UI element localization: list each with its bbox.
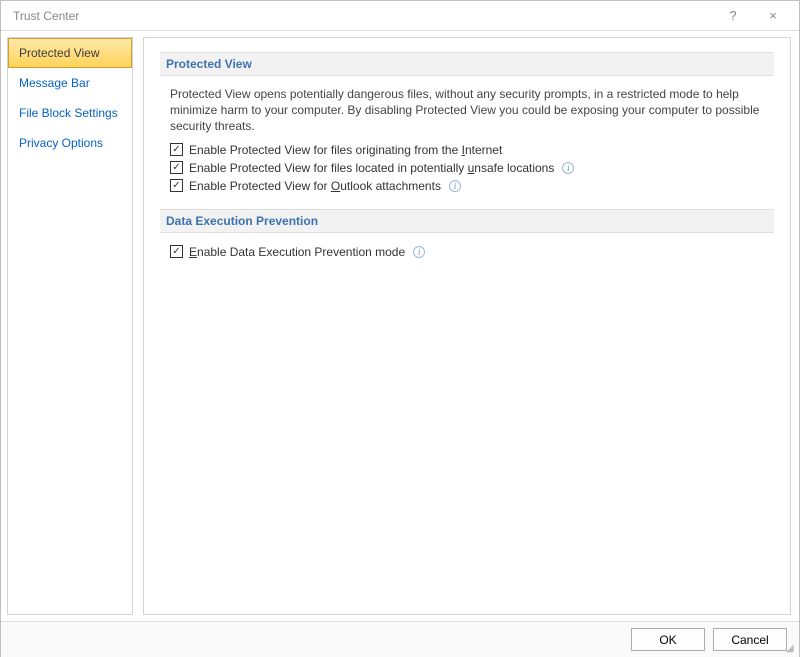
sidebar-item-privacy-options[interactable]: Privacy Options [8, 128, 132, 158]
title-bar: Trust Center ? × [1, 1, 799, 31]
section-body-dep: Enable Data Execution Prevention mode i [160, 243, 774, 275]
ok-button[interactable]: OK [631, 628, 705, 651]
help-button[interactable]: ? [713, 1, 753, 31]
section-body-protected-view: Protected View opens potentially dangero… [160, 86, 774, 209]
sidebar-item-message-bar[interactable]: Message Bar [8, 68, 132, 98]
settings-panel: Protected View Protected View opens pote… [143, 37, 791, 615]
checkbox-internet-label: Enable Protected View for files originat… [189, 143, 502, 157]
info-icon[interactable]: i [562, 162, 574, 174]
dialog-body: Protected View Message Bar File Block Se… [1, 31, 799, 621]
info-icon[interactable]: i [449, 180, 461, 192]
section-header-dep: Data Execution Prevention [160, 209, 774, 233]
option-outlook-attachments: Enable Protected View for Outlook attach… [170, 177, 768, 195]
sidebar-item-file-block-settings[interactable]: File Block Settings [8, 98, 132, 128]
section-header-protected-view: Protected View [160, 52, 774, 76]
checkbox-internet[interactable] [170, 143, 183, 156]
cancel-button[interactable]: Cancel [713, 628, 787, 651]
info-icon[interactable]: i [413, 246, 425, 258]
window-title: Trust Center [13, 9, 713, 23]
checkbox-outlook-attachments-label: Enable Protected View for Outlook attach… [189, 179, 441, 193]
checkbox-outlook-attachments[interactable] [170, 179, 183, 192]
option-dep: Enable Data Execution Prevention mode i [170, 243, 768, 261]
checkbox-unsafe-locations[interactable] [170, 161, 183, 174]
checkbox-dep[interactable] [170, 245, 183, 258]
option-internet: Enable Protected View for files originat… [170, 141, 768, 159]
protected-view-description: Protected View opens potentially dangero… [170, 86, 768, 135]
category-sidebar: Protected View Message Bar File Block Se… [7, 37, 133, 615]
close-button[interactable]: × [753, 1, 793, 31]
checkbox-unsafe-locations-label: Enable Protected View for files located … [189, 161, 554, 175]
option-unsafe-locations: Enable Protected View for files located … [170, 159, 768, 177]
checkbox-dep-label: Enable Data Execution Prevention mode [189, 245, 405, 259]
dialog-footer: OK Cancel [1, 621, 799, 657]
sidebar-item-protected-view[interactable]: Protected View [8, 38, 132, 68]
